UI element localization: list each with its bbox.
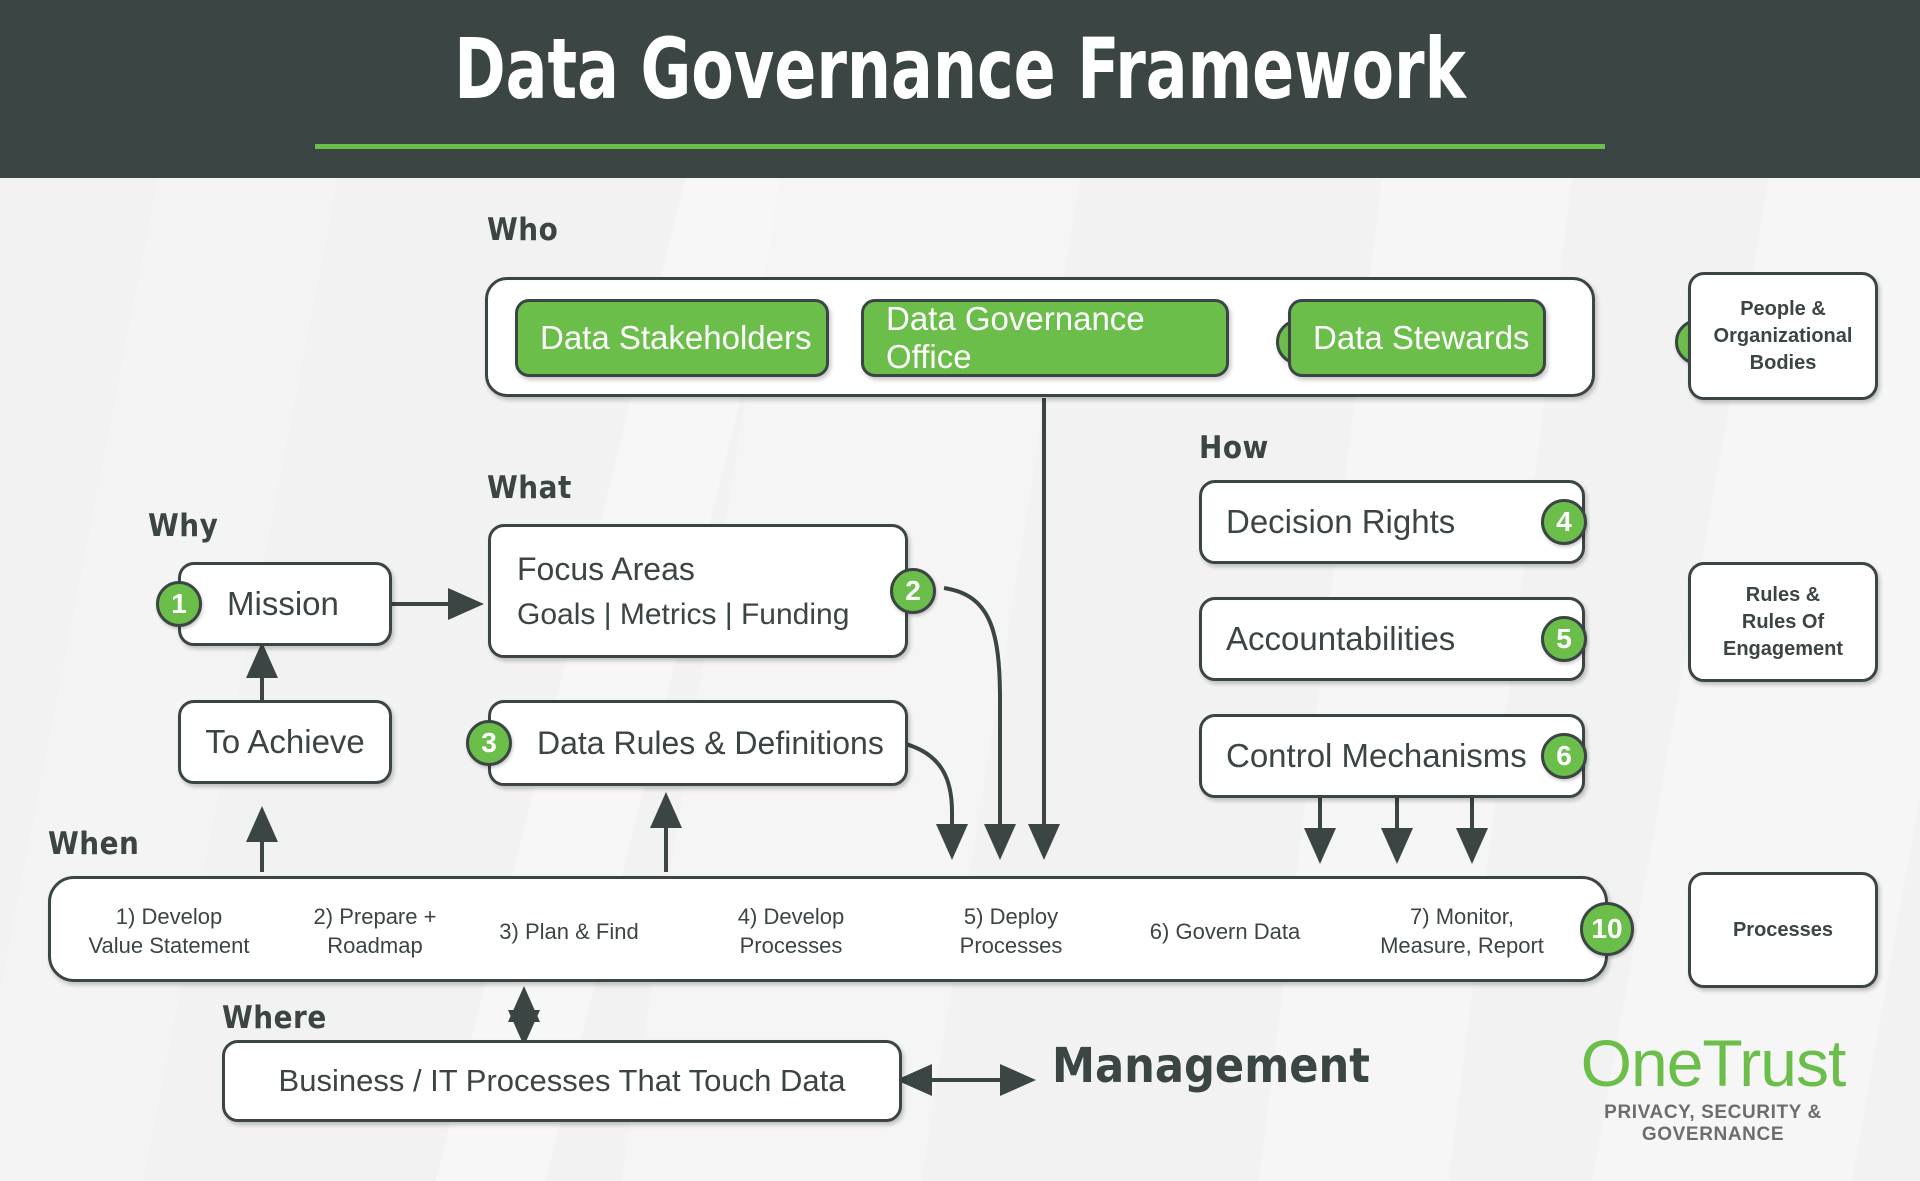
node-label: Decision Rights <box>1226 503 1456 540</box>
section-label-who: Who <box>487 212 559 248</box>
who-pill-data-stakeholders[interactable]: Data Stakeholders <box>515 299 829 377</box>
page-title: Data Governance Framework <box>454 20 1466 118</box>
process-step-5[interactable]: 5) Deploy Processes <box>913 879 1109 985</box>
badge-1: 1 <box>156 581 202 627</box>
focus-areas-title: Focus Areas <box>517 550 695 587</box>
section-label-what: What <box>487 470 572 506</box>
who-pill-data-governance-office[interactable]: Data Governance Office <box>861 299 1229 377</box>
logo-wordmark: OneTrust <box>1538 1030 1888 1096</box>
section-label-when: When <box>48 826 140 862</box>
node-label: Accountabilities <box>1226 620 1456 657</box>
onetrust-logo: OneTrust PRIVACY, SECURITY & GOVERNANCE <box>1538 1030 1888 1146</box>
node-focus-areas[interactable]: Focus Areas Goals | Metrics | Funding <box>488 524 908 658</box>
legend-label: People & Organizational Bodies <box>1713 297 1853 374</box>
process-step-1[interactable]: 1) Develop Value Statement <box>71 879 267 985</box>
node-decision-rights[interactable]: Decision Rights <box>1199 480 1585 564</box>
who-pill-data-stewards[interactable]: Data Stewards <box>1288 299 1546 377</box>
node-label: Business / IT Processes That Touch Data <box>278 1063 846 1098</box>
header-bar: Data Governance Framework <box>0 0 1920 178</box>
node-label: Data Rules & Definitions <box>537 724 884 761</box>
management-label: Management <box>1052 1038 1370 1094</box>
logo-one: One <box>1580 1026 1704 1100</box>
node-control-mechanisms[interactable]: Control Mechanisms <box>1199 714 1585 798</box>
node-accountabilities[interactable]: Accountabilities <box>1199 597 1585 681</box>
section-label-where: Where <box>222 1000 327 1036</box>
badge-3: 3 <box>466 720 512 766</box>
who-pill-label: Data Stakeholders <box>540 319 812 356</box>
badge-6: 6 <box>1541 733 1587 779</box>
badge-5: 5 <box>1541 616 1587 662</box>
section-label-why: Why <box>148 508 219 544</box>
process-bar: 1) Develop Value Statement 2) Prepare + … <box>48 876 1608 982</box>
focus-areas-detail: Goals | Metrics | Funding <box>517 597 850 631</box>
node-data-rules-definitions[interactable]: Data Rules & Definitions <box>488 700 908 786</box>
process-step-3[interactable]: 3) Plan & Find <box>471 879 667 985</box>
node-business-it-processes[interactable]: Business / IT Processes That Touch Data <box>222 1040 902 1122</box>
node-label: To Achieve <box>205 723 365 760</box>
legend-rules-and-rules-of-engagement: Rules & Rules Of Engagement <box>1688 562 1878 682</box>
legend-processes: Processes <box>1688 872 1878 988</box>
node-label: Control Mechanisms <box>1226 737 1527 774</box>
title-underline <box>315 144 1605 149</box>
node-mission[interactable]: Mission <box>178 562 392 646</box>
diagram-canvas: Data Governance Framework Who Data Stake… <box>0 0 1920 1181</box>
node-label: Mission <box>227 585 339 622</box>
who-pill-label: Data Stewards <box>1313 319 1530 356</box>
logo-tagline: PRIVACY, SECURITY & GOVERNANCE <box>1604 1102 1822 1145</box>
badge-4: 4 <box>1541 499 1587 545</box>
legend-label: Rules & Rules Of Engagement <box>1722 583 1844 660</box>
badge-2: 2 <box>890 568 936 614</box>
section-label-how: How <box>1199 430 1269 466</box>
process-step-7[interactable]: 7) Monitor, Measure, Report <box>1357 879 1567 985</box>
process-step-6[interactable]: 6) Govern Data <box>1127 879 1323 985</box>
node-to-achieve[interactable]: To Achieve <box>178 700 392 784</box>
legend-people-organizational-bodies: People & Organizational Bodies <box>1688 272 1878 400</box>
process-step-2[interactable]: 2) Prepare + Roadmap <box>277 879 473 985</box>
badge-10: 10 <box>1580 902 1634 956</box>
process-step-4[interactable]: 4) Develop Processes <box>693 879 889 985</box>
logo-trust: Trust <box>1702 1026 1846 1100</box>
who-pill-label: Data Governance Office <box>886 300 1145 375</box>
legend-label: Processes <box>1732 918 1834 941</box>
who-panel: Data Stakeholders 7 Data Governance Offi… <box>485 277 1721 397</box>
